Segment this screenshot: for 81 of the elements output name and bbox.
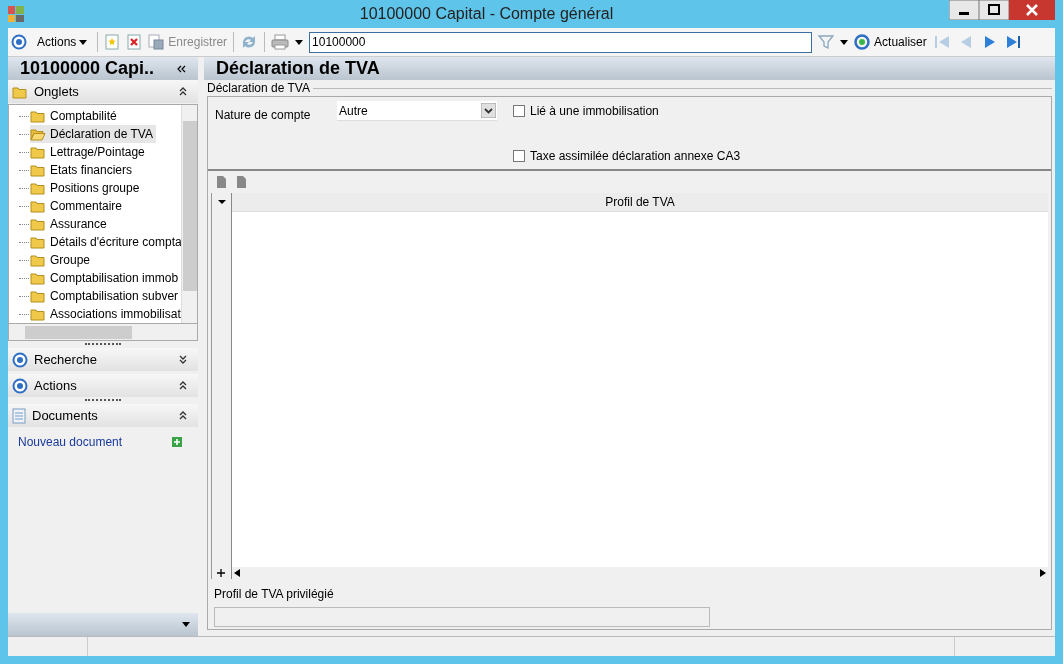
folder-icon[interactable] [30, 235, 46, 249]
refresh-button[interactable]: Actualiser [854, 33, 927, 51]
vertical-scrollbar[interactable] [181, 105, 197, 323]
folder-icon[interactable] [30, 289, 46, 303]
print-button[interactable] [271, 34, 304, 50]
tree-item[interactable]: Assurance [30, 215, 110, 233]
caret-icon[interactable] [840, 39, 849, 45]
document-icon[interactable] [12, 407, 26, 424]
folder-icon[interactable] [30, 217, 46, 231]
checkbox[interactable] [513, 105, 525, 117]
actions-button[interactable]: Actions [33, 31, 92, 53]
folder-icon[interactable] [12, 84, 28, 99]
section-header[interactable]: Onglets [8, 80, 198, 103]
horizontal-scrollbar[interactable] [8, 324, 198, 341]
folder-icon[interactable] [30, 181, 46, 195]
last-record-button[interactable] [1004, 34, 1023, 50]
scroll-right-icon[interactable] [1040, 569, 1046, 577]
minimize-button[interactable] [949, 0, 979, 20]
tree-item[interactable]: Comptabilité [30, 107, 120, 125]
tree-item[interactable]: Comptabilisation immob [30, 269, 181, 287]
column-header[interactable]: Profil de TVA [232, 193, 1048, 211]
field-label: Nature de compte [215, 107, 311, 124]
document-icon[interactable] [214, 175, 228, 189]
group-title: Déclaration de TVA [207, 80, 310, 97]
document-icon[interactable] [148, 34, 165, 50]
main-title: Déclaration de TVA [216, 57, 380, 80]
nature-dropdown[interactable]: Autre [337, 101, 497, 121]
collapse-icon[interactable] [178, 380, 188, 391]
tree-item[interactable]: Groupe [30, 251, 94, 269]
radio-icon[interactable] [12, 377, 28, 394]
folder-icon[interactable] [30, 127, 46, 141]
add-icon[interactable] [172, 437, 182, 447]
preferred-profile-field[interactable] [214, 607, 710, 627]
folder-icon[interactable] [30, 109, 46, 123]
caret-icon[interactable] [79, 39, 88, 45]
field-label: Profil de TVA privilégié [214, 586, 334, 603]
scroll-left-icon[interactable] [234, 569, 240, 577]
collapse-button[interactable] [176, 64, 186, 73]
panel-title: 10100000 Capi.. [20, 57, 155, 80]
window-title: 10100000 Capital - Compte général [358, 4, 615, 24]
maximize-button[interactable] [979, 0, 1009, 20]
refresh-icon[interactable] [854, 34, 871, 50]
tree-item[interactable]: Déclaration de TVA [30, 125, 156, 143]
close-button[interactable] [1009, 0, 1055, 20]
search-field[interactable]: 10100000 [309, 31, 813, 53]
app-icon[interactable] [8, 6, 24, 22]
new-document-link[interactable]: Nouveau document [18, 433, 123, 451]
dropdown-arrow-icon[interactable] [481, 103, 496, 118]
folder-icon[interactable] [30, 307, 46, 321]
checkbox[interactable] [513, 150, 525, 162]
document-icon[interactable] [234, 175, 248, 189]
collapse-icon[interactable] [178, 410, 188, 421]
new-button[interactable] [104, 34, 121, 50]
folder-icon[interactable] [30, 271, 46, 285]
add-row-button[interactable] [217, 569, 225, 577]
caret-icon[interactable] [295, 39, 304, 45]
tree-item[interactable]: Etats financiers [30, 161, 136, 179]
expand-icon[interactable] [178, 354, 188, 365]
delete-button[interactable] [126, 34, 143, 50]
radio-icon[interactable] [11, 34, 27, 50]
tree-item[interactable]: Positions groupe [30, 179, 143, 197]
radio-icon[interactable] [12, 351, 28, 368]
caret-icon[interactable] [182, 622, 190, 627]
folder-icon[interactable] [30, 253, 46, 267]
tree-item[interactable]: Associations immobilisat [30, 305, 181, 323]
section-header[interactable]: Actions [8, 374, 198, 397]
tree-item[interactable]: Comptabilisation subver [30, 287, 181, 305]
tree-item[interactable]: Commentaire [30, 197, 126, 215]
collapse-icon[interactable] [178, 86, 188, 97]
tree-item[interactable]: Lettrage/Pointage [30, 143, 148, 161]
folder-icon[interactable] [30, 163, 46, 177]
horizontal-scrollbar[interactable] [232, 567, 1048, 579]
filter-icon[interactable] [818, 34, 835, 50]
section-header[interactable]: Documents [8, 404, 198, 427]
folder-icon[interactable] [30, 145, 46, 159]
tree-item[interactable]: Détails d'écriture compta [30, 233, 181, 251]
checkbox-label: Taxe assimilée déclaration annexe CA3 [530, 148, 741, 165]
section-header[interactable]: Recherche [8, 348, 198, 371]
checkbox-label: Lié à une immobilisation [530, 103, 659, 120]
caret-icon[interactable] [217, 199, 227, 205]
folder-icon[interactable] [30, 199, 46, 213]
